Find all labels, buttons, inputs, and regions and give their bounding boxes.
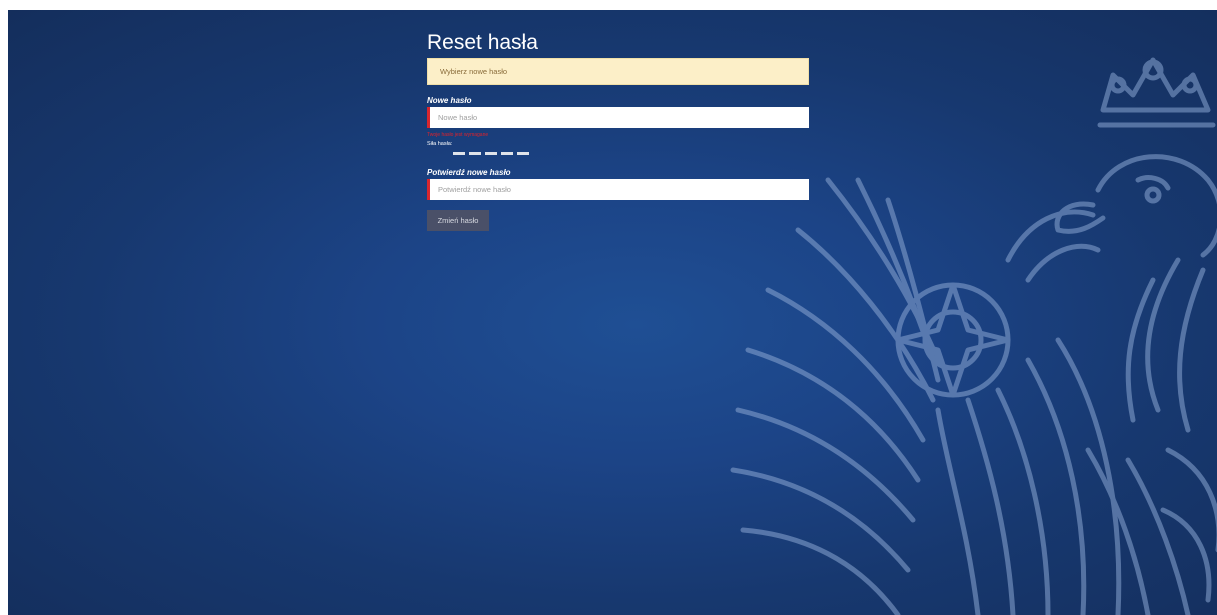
reset-password-form: Reset hasła Wybierz nowe hasło Nowe hasł… [427,10,809,231]
strength-segment [453,152,465,155]
strength-segment [517,152,529,155]
password-strength-meter [453,152,809,155]
new-password-label: Nowe hasło [427,96,472,105]
strength-segment [485,152,497,155]
new-password-error: Twoje hasło jest wymagane [427,132,489,138]
change-password-button[interactable]: Zmień hasło [427,210,489,231]
new-password-input[interactable] [427,107,809,128]
page-title: Reset hasła [427,31,538,54]
strength-segment [469,152,481,155]
password-strength-label: Siła hasła: [427,141,453,147]
confirm-password-label: Potwierdź nowe hasło [427,168,511,177]
reset-password-screen: Reset hasła Wybierz nowe hasło Nowe hasł… [8,10,1217,615]
confirm-password-input[interactable] [427,179,809,200]
strength-segment [501,152,513,155]
info-alert: Wybierz nowe hasło [427,58,809,85]
